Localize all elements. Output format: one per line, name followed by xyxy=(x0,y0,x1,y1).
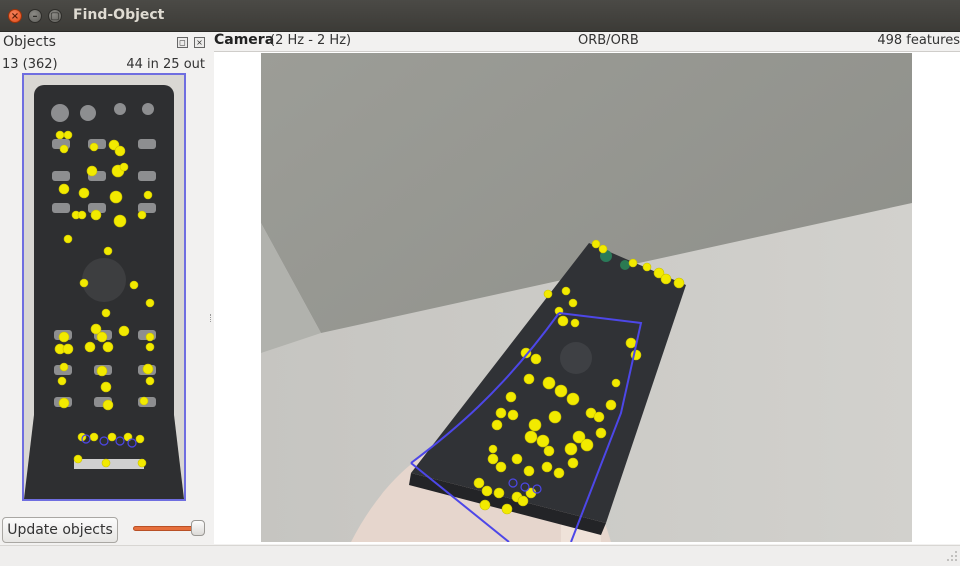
object-id-label: 13 (362) xyxy=(2,57,58,72)
camera-title: Camera xyxy=(214,32,275,48)
close-window-button[interactable]: × xyxy=(8,9,22,23)
update-objects-button[interactable]: Update objects xyxy=(2,517,118,543)
inliers-outliers-label: 44 in 25 out xyxy=(126,57,205,72)
threshold-slider-handle[interactable] xyxy=(191,520,205,536)
minimize-window-button[interactable]: – xyxy=(28,9,42,23)
camera-image xyxy=(261,53,912,542)
camera-feature-count: 498 features xyxy=(877,33,960,48)
resize-grip-icon[interactable] xyxy=(946,550,958,562)
close-dock-icon[interactable]: × xyxy=(194,37,205,48)
window-titlebar: × – ▢ Find-Object xyxy=(0,0,960,32)
maximize-window-button[interactable]: ▢ xyxy=(48,9,62,23)
status-bar xyxy=(0,545,960,566)
camera-view[interactable] xyxy=(214,51,960,544)
float-dock-icon[interactable]: ◻ xyxy=(177,37,188,48)
remote-object-image xyxy=(24,75,184,499)
camera-header: Camera (2 Hz - 2 Hz) ORB/ORB 498 feature… xyxy=(214,32,960,52)
object-thumbnail[interactable] xyxy=(22,73,186,501)
objects-panel-title: Objects xyxy=(3,34,56,50)
camera-algorithm: ORB/ORB xyxy=(578,33,639,48)
camera-frame xyxy=(261,53,912,542)
camera-rate: (2 Hz - 2 Hz) xyxy=(270,33,352,48)
window-title: Find-Object xyxy=(73,7,165,23)
